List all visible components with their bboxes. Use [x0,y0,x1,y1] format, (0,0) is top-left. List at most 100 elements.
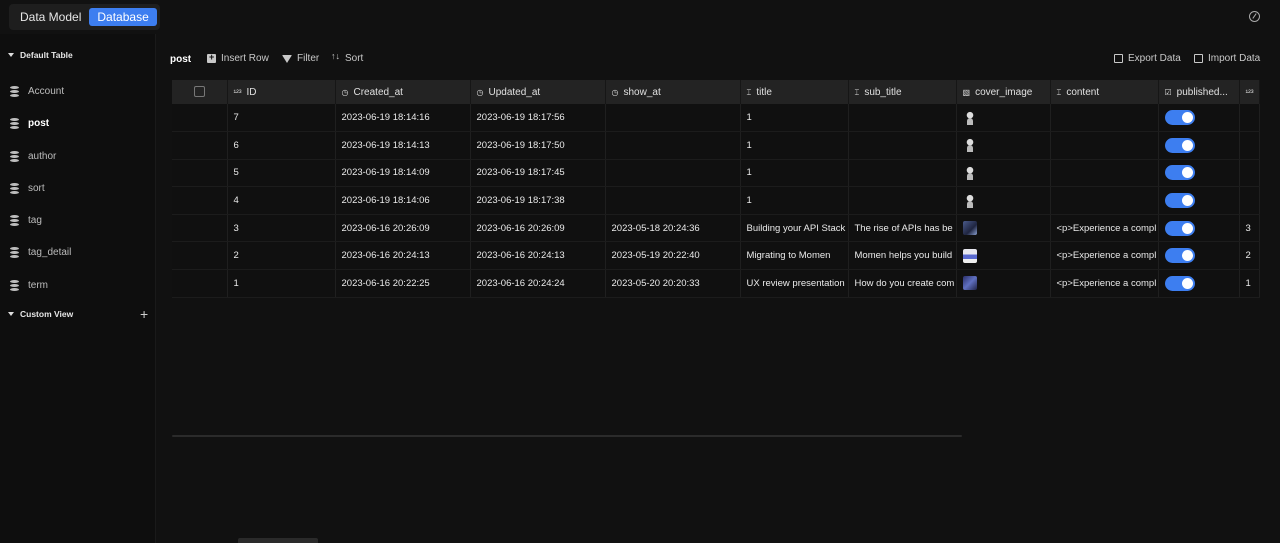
cell-show[interactable]: 2023-05-18 20:24:36 [605,214,741,243]
column-header-published[interactable]: ☑ published... [1158,80,1240,104]
sidebar-item-tag[interactable]: tag [10,211,42,229]
insert-row-button[interactable]: Insert Row [207,52,269,64]
row-gutter[interactable] [172,159,228,188]
column-header-content[interactable]: ⌶ content [1050,80,1159,104]
cell-title[interactable]: 1 [740,159,849,188]
cell-created[interactable]: 2023-06-19 18:14:13 [335,131,471,160]
add-view-button[interactable]: + [140,307,148,321]
cell-cover-image[interactable] [956,214,1051,243]
cell-content[interactable]: <p>Experience a compl [1050,214,1159,243]
table-row[interactable]: 2 2023-06-16 20:24:13 2023-06-16 20:24:13 2… [172,241,1260,271]
published-toggle[interactable] [1164,110,1195,126]
cell-title[interactable]: Building your API Stack [740,214,849,243]
cell-cover-image[interactable] [956,131,1051,160]
default-table-group[interactable]: Default Table [8,50,73,60]
tab-database[interactable]: Database [89,8,157,26]
cell-extra[interactable]: 3 [1239,214,1260,243]
cell-updated[interactable]: 2023-06-16 20:24:13 [470,241,606,271]
published-toggle[interactable] [1164,193,1195,209]
cell-content[interactable]: <p>Experience a compl [1050,241,1159,271]
table-row[interactable]: 5 2023-06-19 18:14:09 2023-06-19 18:17:45 1 [172,159,1260,188]
cell-extra[interactable] [1239,104,1260,133]
cell-show[interactable] [605,159,741,188]
cell-cover-image[interactable] [956,186,1051,215]
cell-cover-image[interactable] [956,241,1051,271]
cell-extra[interactable] [1239,131,1260,160]
cell-extra[interactable] [1239,159,1260,188]
cell-sub[interactable]: The rise of APIs has be [848,214,957,243]
published-toggle[interactable] [1164,165,1195,181]
cell-id[interactable]: 2 [227,241,336,271]
cell-show[interactable] [605,186,741,215]
cell-updated[interactable]: 2023-06-16 20:24:24 [470,269,606,298]
sidebar-item-tag-detail[interactable]: tag_detail [10,243,71,261]
sidebar-item-account[interactable]: Account [10,82,64,100]
cell-title[interactable]: 1 [740,104,849,133]
sidebar-item-author[interactable]: author [10,147,56,165]
column-header-extra[interactable]: ¹²³ [1239,80,1260,104]
column-header-title[interactable]: ⌶ title [740,80,849,104]
cell-cover-image[interactable] [956,104,1051,133]
cell-updated[interactable]: 2023-06-19 18:17:56 [470,104,606,133]
cell-title[interactable]: 1 [740,186,849,215]
cell-extra[interactable]: 1 [1239,269,1260,298]
export-data-button[interactable]: Export Data [1114,53,1181,64]
cell-content[interactable]: <p>Experience a compl [1050,269,1159,298]
row-gutter[interactable] [172,186,228,215]
row-gutter[interactable] [172,104,228,133]
sidebar-item-sort[interactable]: sort [10,179,45,197]
cell-extra[interactable]: 2 [1239,241,1260,271]
cell-created[interactable]: 2023-06-16 20:26:09 [335,214,471,243]
sidebar-item-term[interactable]: term [10,276,48,294]
select-all-checkbox[interactable] [194,86,205,98]
cell-sub[interactable] [848,104,957,133]
cell-content[interactable] [1050,186,1159,215]
sort-button[interactable]: Sort [331,51,363,64]
published-toggle[interactable] [1164,220,1195,236]
table-row[interactable]: 4 2023-06-19 18:14:06 2023-06-19 18:17:38 1 [172,186,1260,215]
row-gutter[interactable] [172,241,228,271]
filter-button[interactable]: Filter [282,53,319,64]
cell-title[interactable]: 1 [740,131,849,160]
bottom-handle[interactable] [238,538,318,543]
row-gutter[interactable] [172,214,228,243]
cell-created[interactable]: 2023-06-19 18:14:09 [335,159,471,188]
row-gutter[interactable] [172,131,228,160]
cell-id[interactable]: 4 [227,186,336,215]
cell-cover-image[interactable] [956,159,1051,188]
cell-updated[interactable]: 2023-06-19 18:17:50 [470,131,606,160]
compass-icon[interactable] [1249,11,1260,22]
cell-show[interactable] [605,131,741,160]
cell-sub[interactable]: How do you create com [848,269,957,298]
cell-created[interactable]: 2023-06-19 18:14:16 [335,104,471,133]
cell-show[interactable] [605,104,741,133]
cell-created[interactable]: 2023-06-16 20:22:25 [335,269,471,298]
column-header-show-at[interactable]: ◷ show_at [605,80,741,104]
cell-updated[interactable]: 2023-06-19 18:17:45 [470,159,606,188]
cell-show[interactable]: 2023-05-19 20:22:40 [605,241,741,271]
sidebar-item-post[interactable]: post [10,114,49,132]
table-row[interactable]: 3 2023-06-16 20:26:09 2023-06-16 20:26:09 2… [172,214,1260,243]
cell-content[interactable] [1050,159,1159,188]
table-row[interactable]: 6 2023-06-19 18:14:13 2023-06-19 18:17:50 1 [172,131,1260,160]
cell-title[interactable]: Migrating to Momen [740,241,849,271]
cell-content[interactable] [1050,104,1159,133]
cell-id[interactable]: 5 [227,159,336,188]
cell-show[interactable]: 2023-05-20 20:20:33 [605,269,741,298]
cell-id[interactable]: 1 [227,269,336,298]
custom-view-group[interactable]: Custom View [8,309,73,319]
row-gutter[interactable] [172,269,228,298]
cell-id[interactable]: 6 [227,131,336,160]
import-data-button[interactable]: Import Data [1194,53,1260,64]
cell-content[interactable] [1050,131,1159,160]
cell-updated[interactable]: 2023-06-16 20:26:09 [470,214,606,243]
cell-created[interactable]: 2023-06-16 20:24:13 [335,241,471,271]
tab-data-model[interactable]: Data Model [12,8,89,26]
cell-sub[interactable] [848,131,957,160]
cell-title[interactable]: UX review presentation [740,269,849,298]
cell-extra[interactable] [1239,186,1260,215]
cell-created[interactable]: 2023-06-19 18:14:06 [335,186,471,215]
cell-sub[interactable] [848,186,957,215]
column-header-updated-at[interactable]: ◷ Updated_at [470,80,606,104]
cell-id[interactable]: 7 [227,104,336,133]
